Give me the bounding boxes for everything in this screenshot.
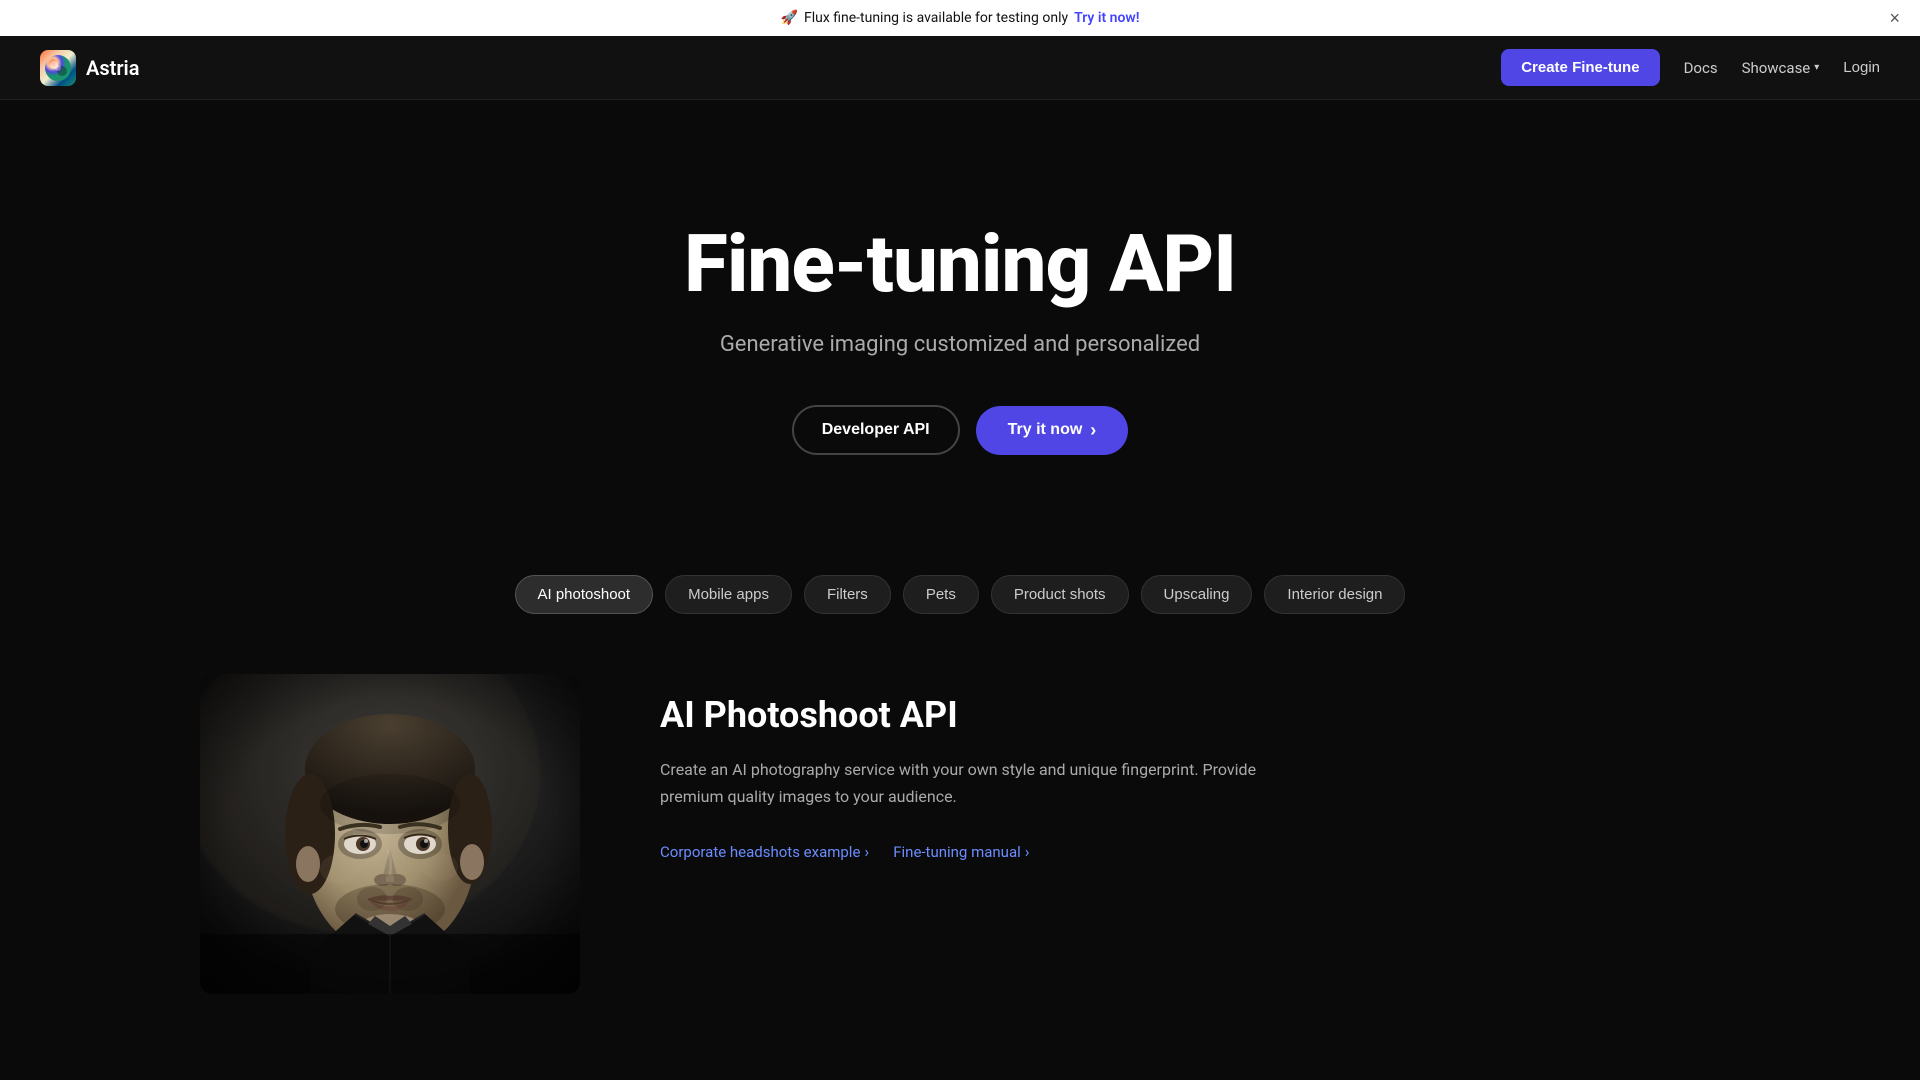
hero-title: Fine-tuning API bbox=[40, 220, 1880, 308]
filter-tab-upscaling[interactable]: Upscaling bbox=[1141, 575, 1253, 614]
banner-cta-link[interactable]: Try it now! bbox=[1074, 10, 1139, 26]
login-button[interactable]: Login bbox=[1843, 59, 1880, 76]
photoshoot-content-text: AI Photoshoot API Create an AI photograp… bbox=[660, 674, 1720, 861]
photoshoot-links: Corporate headshots example › Fine-tunin… bbox=[660, 842, 1720, 861]
fine-tuning-manual-link[interactable]: Fine-tuning manual › bbox=[893, 842, 1029, 861]
portrait-svg bbox=[200, 674, 580, 994]
astria-logo-svg bbox=[44, 54, 72, 82]
developer-api-button[interactable]: Developer API bbox=[792, 405, 960, 455]
create-finetune-button[interactable]: Create Fine-tune bbox=[1501, 49, 1659, 86]
link-arrow-icon-1: › bbox=[864, 842, 869, 861]
arrow-right-icon: › bbox=[1090, 420, 1096, 441]
hero-subtitle: Generative imaging customized and person… bbox=[40, 332, 1880, 357]
photoshoot-section: AI Photoshoot API Create an AI photograp… bbox=[0, 654, 1920, 1054]
filter-tab-filters[interactable]: Filters bbox=[804, 575, 891, 614]
banner-close-button[interactable]: × bbox=[1889, 9, 1900, 27]
navbar-right: Create Fine-tune Docs Showcase ▾ Login bbox=[1501, 49, 1880, 86]
filter-tabs: AI photoshoot Mobile apps Filters Pets P… bbox=[0, 515, 1920, 654]
photoshoot-description: Create an AI photography service with yo… bbox=[660, 756, 1260, 810]
brand-logo-container[interactable]: Astria bbox=[40, 50, 140, 86]
try-btn-label: Try it now bbox=[1008, 421, 1083, 439]
banner-text: 🚀 Flux fine-tuning is available for test… bbox=[781, 10, 1140, 26]
navbar: Astria Create Fine-tune Docs Showcase ▾ … bbox=[0, 36, 1920, 100]
announcement-banner: 🚀 Flux fine-tuning is available for test… bbox=[0, 0, 1920, 36]
chevron-down-icon: ▾ bbox=[1814, 62, 1819, 73]
corporate-headshots-link[interactable]: Corporate headshots example › bbox=[660, 842, 869, 861]
filter-tab-interior-design[interactable]: Interior design bbox=[1264, 575, 1405, 614]
try-it-now-button[interactable]: Try it now › bbox=[976, 406, 1129, 455]
brand-logo-icon bbox=[40, 50, 76, 86]
hero-section: Fine-tuning API Generative imaging custo… bbox=[0, 100, 1920, 515]
link-arrow-icon-2: › bbox=[1025, 842, 1030, 861]
showcase-dropdown[interactable]: Showcase ▾ bbox=[1742, 59, 1820, 77]
portrait-image bbox=[200, 674, 580, 994]
photoshoot-section-title: AI Photoshoot API bbox=[660, 694, 1720, 736]
filter-tab-product-shots[interactable]: Product shots bbox=[991, 575, 1129, 614]
banner-emoji: 🚀 bbox=[781, 10, 798, 26]
corporate-headshots-link-label: Corporate headshots example bbox=[660, 843, 860, 861]
brand-name-text: Astria bbox=[86, 56, 140, 80]
filter-tab-mobile-apps[interactable]: Mobile apps bbox=[665, 575, 792, 614]
fine-tuning-manual-label: Fine-tuning manual bbox=[893, 843, 1021, 861]
showcase-label: Showcase bbox=[1742, 59, 1811, 77]
filter-tab-pets[interactable]: Pets bbox=[903, 575, 979, 614]
hero-buttons: Developer API Try it now › bbox=[40, 405, 1880, 455]
docs-link[interactable]: Docs bbox=[1684, 59, 1718, 77]
banner-message: Flux fine-tuning is available for testin… bbox=[804, 10, 1068, 26]
filter-tab-ai-photoshoot[interactable]: AI photoshoot bbox=[515, 575, 654, 614]
